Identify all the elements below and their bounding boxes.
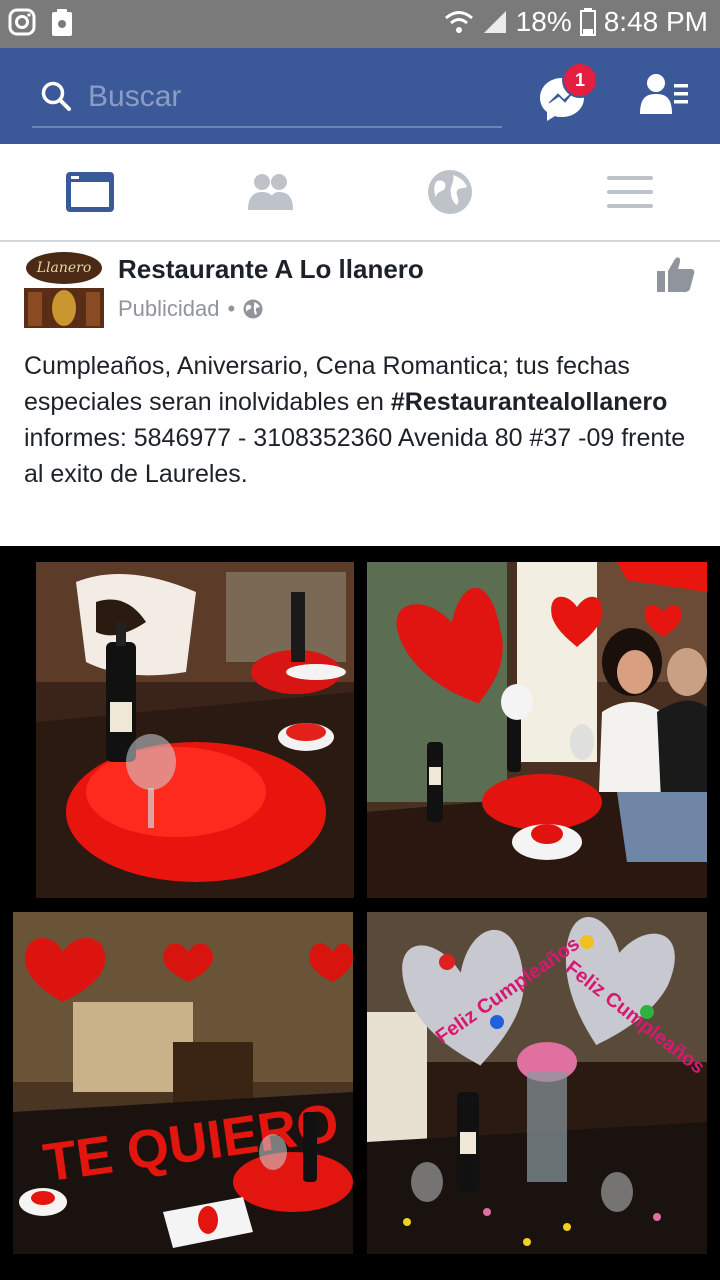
- status-bar: 18% 8:48 PM: [0, 0, 720, 48]
- friends-icon: [248, 174, 293, 210]
- page-avatar[interactable]: Llanero: [24, 248, 104, 328]
- photo-tile-petals-table: [36, 562, 354, 898]
- tab-bar: [0, 144, 720, 242]
- tab-news-feed[interactable]: [60, 168, 120, 216]
- tab-menu[interactable]: [600, 168, 660, 216]
- messenger-badge: 1: [562, 62, 598, 98]
- photo-tile-te-quiero: TE QUIERO: [13, 912, 353, 1254]
- sponsored-post: Llanero Restaurante A Lo llanero Publici…: [0, 242, 720, 1280]
- separator-dot: •: [227, 296, 236, 321]
- instagram-icon: [8, 8, 36, 36]
- public-globe-icon: [243, 299, 263, 319]
- menu-icon: [607, 176, 653, 208]
- post-hashtag[interactable]: #Restaurantealollanero: [391, 388, 668, 416]
- clipboard-icon: [52, 9, 72, 36]
- clock: 8:48 PM: [603, 6, 708, 37]
- search-bar[interactable]: Buscar: [32, 74, 502, 128]
- tab-notifications[interactable]: [420, 168, 480, 216]
- battery-percent: 18%: [515, 6, 572, 37]
- search-input[interactable]: Buscar: [88, 80, 181, 114]
- post-text: Cumpleaños, Aniversario, Cena Romantica;…: [24, 348, 694, 492]
- battery-icon: [579, 8, 596, 36]
- avatar-logo-text: Llanero: [36, 260, 92, 276]
- friend-requests-icon[interactable]: [638, 72, 690, 116]
- signal-icon: [483, 11, 506, 33]
- page-name[interactable]: Restaurante A Lo llanero: [118, 254, 424, 285]
- sponsored-label: Publicidad: [118, 296, 220, 321]
- tab-friends[interactable]: [240, 168, 300, 216]
- globe-icon: [428, 170, 472, 214]
- like-page-icon[interactable]: [656, 254, 696, 294]
- post-image[interactable]: TE QUIERO Feliz Cumpleaños Feliz Cumplea…: [0, 546, 720, 1280]
- news-feed-icon: [66, 172, 114, 212]
- search-icon: [41, 81, 71, 111]
- photo-tile-couple: [367, 562, 707, 898]
- sponsored-row: Publicidad •: [118, 296, 263, 322]
- wifi-icon: [444, 11, 473, 33]
- post-text-contact: informes: 5846977 - 3108352360 Avenida 8…: [24, 424, 686, 488]
- photo-tile-birthday: Feliz Cumpleaños Feliz Cumpleaños: [367, 912, 707, 1254]
- top-navbar: Buscar 1: [0, 48, 720, 144]
